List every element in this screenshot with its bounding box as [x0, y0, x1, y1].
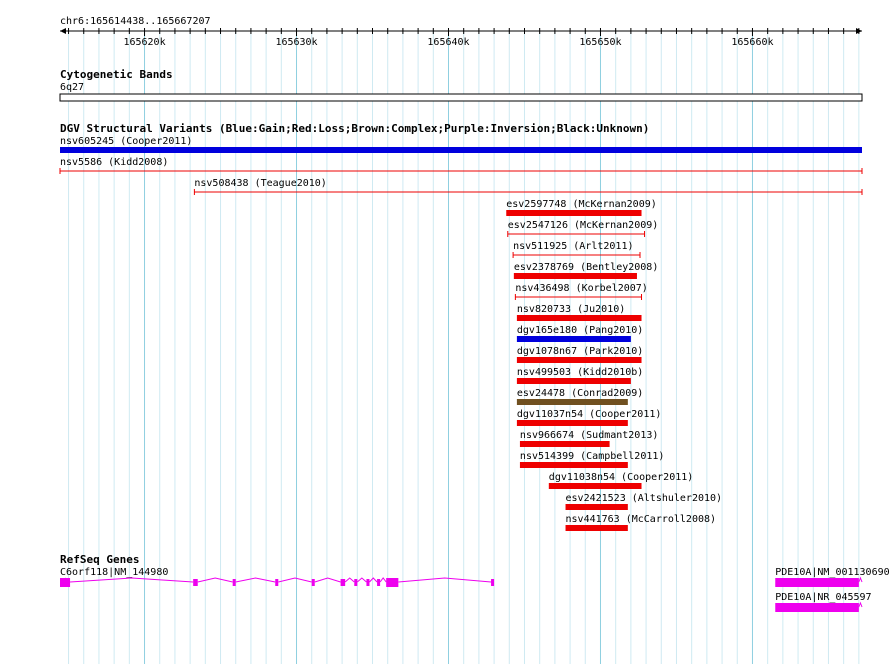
variant-bar[interactable]: [519, 441, 610, 447]
variant-label: dgv165e180 (Pang2010): [517, 325, 643, 336]
gene-exon[interactable]: [275, 579, 279, 586]
variant-label: esv2547126 (McKernan2009): [508, 220, 659, 231]
variant-bar[interactable]: [516, 336, 631, 342]
dgv-track-title: DGV Structural Variants (Blue:Gain;Red:L…: [60, 122, 649, 135]
gene-exon[interactable]: [354, 579, 358, 586]
ruler-track: chr6:165614438..165667207 165620k 165630k…: [60, 16, 862, 48]
variant-bar[interactable]: [548, 483, 642, 489]
variant-bar[interactable]: [519, 462, 628, 468]
ruler-tick-label: 165630k: [275, 37, 317, 48]
variant-bar[interactable]: [513, 273, 637, 279]
variant-bar[interactable]: [565, 525, 628, 531]
dgv-variant-list: nsv605245 (Cooper2011) nsv5586 (Kidd2008)…: [59, 136, 863, 531]
variant-label: dgv11037n54 (Cooper2011): [517, 409, 662, 420]
genome-browser: chr6:165614438..165667207 165620k 165630k…: [59, 16, 890, 664]
variant-label: nsv436498 (Korbel2007): [515, 283, 647, 294]
variant-bar[interactable]: [506, 210, 642, 216]
variant-label: esv2378769 (Bentley2008): [514, 262, 659, 273]
gene-intron-line: [70, 577, 492, 583]
variant-label: esv24478 (Conrad2009): [517, 388, 643, 399]
variant-label: esv2421523 (Altshuler2010): [566, 493, 723, 504]
variant-bar[interactable]: [565, 504, 628, 510]
refseq-track-title: RefSeq Genes: [60, 553, 139, 566]
gene-label: C6orf118|NM_144980: [60, 567, 168, 578]
variant-label: dgv1078n67 (Park2010): [517, 346, 643, 357]
variant-label: nsv514399 (Campbell2011): [520, 451, 665, 462]
gene-exon[interactable]: [232, 579, 236, 586]
cytoband-bar: [59, 93, 863, 102]
gene-exon[interactable]: [340, 579, 346, 586]
gene-exon[interactable]: [193, 579, 198, 586]
variant-label: nsv820733 (Ju2010): [517, 304, 625, 315]
ruler-tick-label: 165650k: [579, 37, 621, 48]
gene-exon[interactable]: [775, 578, 859, 587]
ruler-tick-label: 165640k: [427, 37, 469, 48]
ruler-tick-label: 165620k: [123, 37, 165, 48]
gene-exon[interactable]: [311, 579, 315, 586]
variant-bar[interactable]: [60, 147, 862, 153]
gene-exon[interactable]: [377, 579, 381, 586]
variant-bar[interactable]: [516, 378, 631, 384]
variant-label: nsv499503 (Kidd2010b): [517, 367, 643, 378]
gene-exon[interactable]: [366, 579, 370, 586]
variant-label: esv2597748 (McKernan2009): [506, 199, 657, 210]
cytoband-label: 6q27: [60, 82, 84, 93]
ruler-tick-label: 165660k: [731, 37, 773, 48]
refseq-track: RefSeq Genes C6orf118|NM_144980 PDE10A|NM…: [60, 553, 890, 612]
gene-label: PDE10A|NM_001130690: [775, 567, 889, 578]
dgv-track: DGV Structural Variants (Blue:Gain;Red:L…: [59, 122, 863, 531]
variant-bar[interactable]: [516, 420, 628, 426]
gene-exon[interactable]: [491, 579, 495, 586]
variant-bar[interactable]: [516, 315, 642, 321]
gene-label: PDE10A|NR_045597: [775, 592, 871, 603]
cytoband-track: Cytogenetic Bands 6q27: [59, 68, 863, 102]
variant-label: nsv5586 (Kidd2008): [60, 157, 168, 168]
variant-label: nsv966674 (Sudmant2013): [520, 430, 658, 441]
variant-label: nsv511925 (Arlt2011): [513, 241, 633, 252]
gene-exon[interactable]: [775, 603, 859, 612]
variant-bar[interactable]: [516, 357, 642, 363]
variant-label: nsv605245 (Cooper2011): [60, 136, 192, 147]
variant-bar[interactable]: [516, 399, 628, 405]
gene-exon[interactable]: [386, 578, 399, 587]
variant-label: nsv508438 (Teague2010): [194, 178, 326, 189]
ruler-left-arrow-icon: [60, 28, 66, 34]
variant-label: nsv441763 (McCarroll2008): [566, 514, 717, 525]
region-label: chr6:165614438..165667207: [60, 16, 211, 27]
refseq-gene-list: C6orf118|NM_144980 PDE10A|NM_001130690 PDE…: [60, 567, 890, 612]
variant-label: dgv11038n54 (Cooper2011): [549, 472, 694, 483]
cytoband-track-title: Cytogenetic Bands: [60, 68, 173, 81]
